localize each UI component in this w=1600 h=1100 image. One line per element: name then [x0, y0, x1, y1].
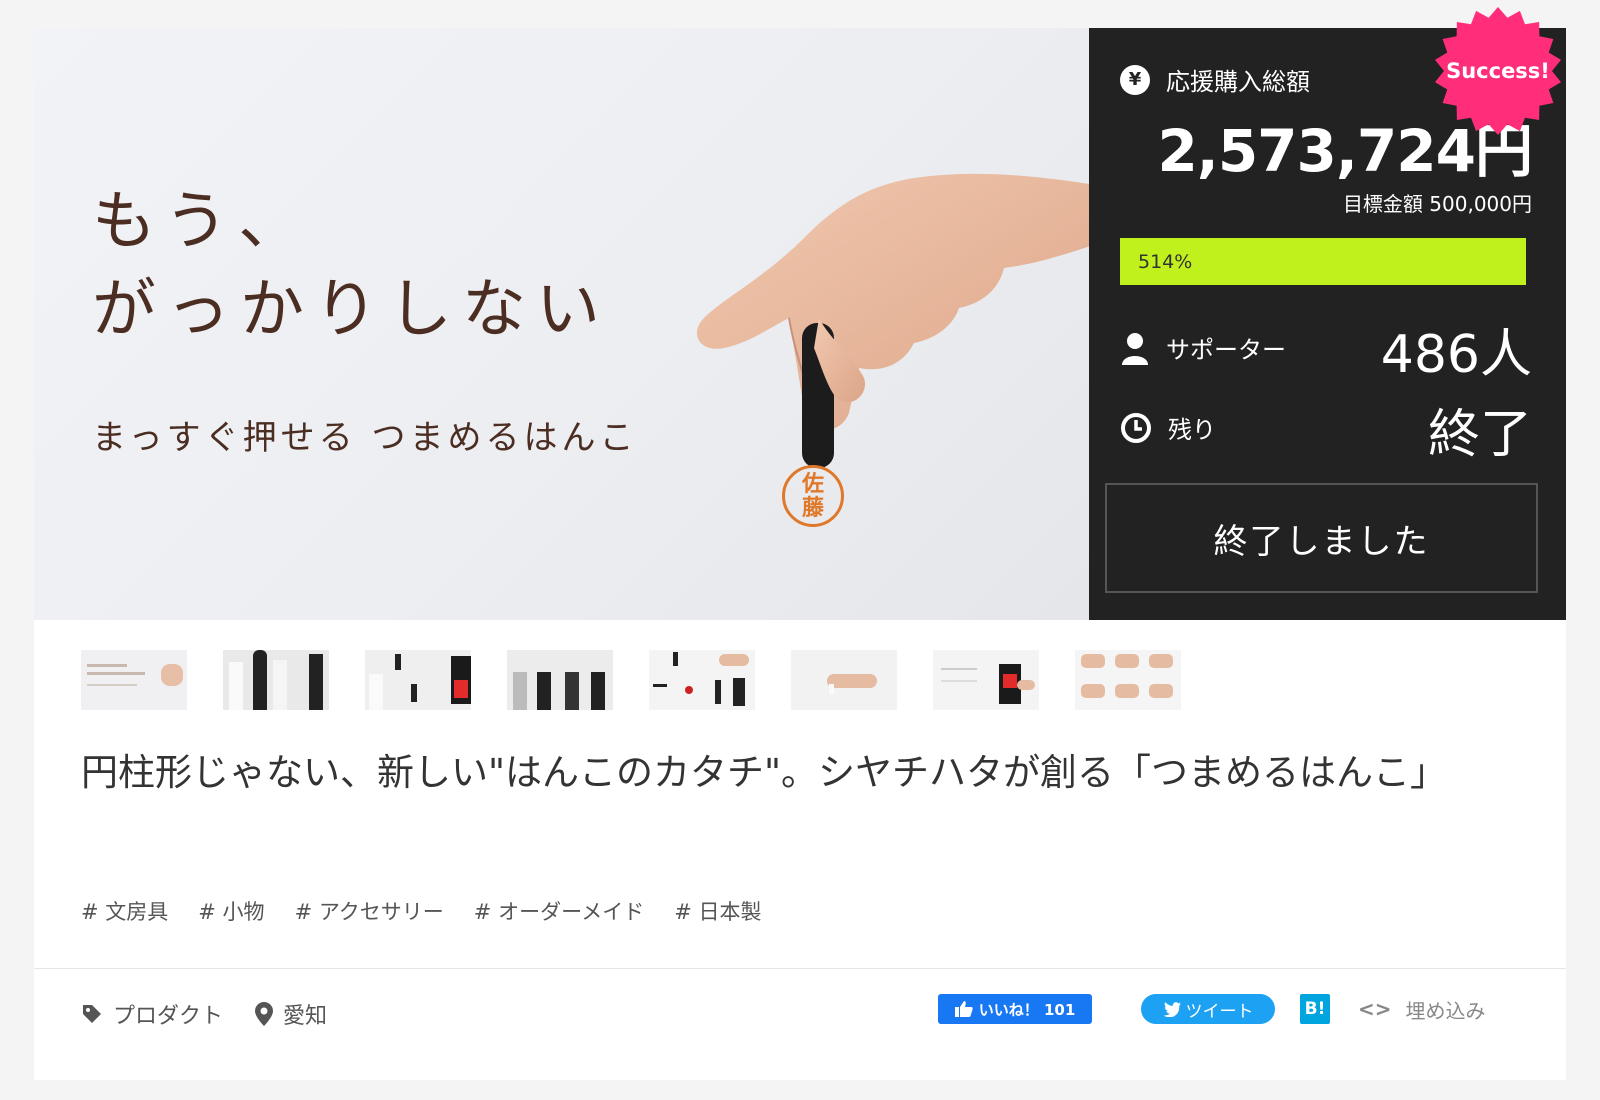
thumbnail[interactable]: [791, 650, 897, 710]
hero-subtitle: まっすぐ押せる つまめるはんこ: [92, 418, 638, 458]
facebook-like-button[interactable]: いいね！ 101: [938, 994, 1092, 1024]
thumbnail[interactable]: [223, 650, 329, 710]
thumbs-up-icon: [954, 1001, 973, 1017]
thumbnail[interactable]: [933, 650, 1039, 710]
thumbnail[interactable]: [1075, 650, 1181, 710]
embed-button[interactable]: <> 埋め込み: [1358, 994, 1486, 1024]
tag-link[interactable]: # 文房具: [81, 896, 168, 926]
thumbnail[interactable]: [365, 650, 471, 710]
tweet-button[interactable]: ツイート: [1141, 994, 1275, 1024]
ended-button[interactable]: 終了しました: [1105, 483, 1538, 593]
tag-link[interactable]: # 日本製: [674, 896, 761, 926]
total-row: ¥ 応援購入総額: [1120, 62, 1310, 97]
embed-label: 埋め込み: [1405, 998, 1486, 1023]
hatena-bookmark-button[interactable]: B!: [1300, 994, 1330, 1024]
stamp-char-1: 佐: [801, 471, 824, 497]
hand-holding-stamp-illustration: [696, 173, 1089, 468]
project-title: 円柱形じゃない、新しい"はんこのカタチ"。シヤチハタが創る「つまめるはんこ」: [81, 751, 1448, 794]
category-label: プロダクト: [113, 1004, 224, 1029]
thumbnail[interactable]: [649, 650, 755, 710]
tag-link[interactable]: # アクセサリー: [295, 896, 444, 926]
divider: [34, 968, 1566, 969]
progress-bar: 514%: [1120, 238, 1526, 285]
remaining-value: 終了: [1427, 405, 1532, 465]
project-meta: プロダクト 愛知: [81, 998, 359, 1030]
progress-percent: 514%: [1138, 250, 1193, 273]
twitter-bird-icon: [1163, 1001, 1181, 1017]
remaining-row: 残り: [1120, 410, 1216, 445]
stamp-char-2: 藤: [801, 495, 824, 521]
supporters-count: 486人: [1380, 325, 1532, 385]
supporters-row: サポーター: [1120, 330, 1286, 365]
goal-amount: 目標金額 500,000円: [1342, 192, 1532, 216]
category-link[interactable]: プロダクト: [81, 998, 223, 1030]
code-icon: <>: [1358, 997, 1392, 1021]
project-card: もう、 がっかりしない まっすぐ押せる つまめるはんこ 佐 藤 ¥ 応援購入総額…: [34, 28, 1566, 1080]
facebook-like-label: いいね！ 101: [978, 1000, 1076, 1019]
tag-icon: [83, 1005, 101, 1023]
tweet-label: ツイート: [1185, 1001, 1254, 1022]
hero-image[interactable]: もう、 がっかりしない まっすぐ押せる つまめるはんこ 佐 藤: [34, 28, 1089, 620]
remaining-label: 残り: [1168, 416, 1216, 444]
tag-link[interactable]: # 小物: [198, 896, 264, 926]
tag-list: # 文房具 # 小物 # アクセサリー # オーダーメイド # 日本製: [81, 896, 762, 926]
thumbnail[interactable]: [81, 650, 187, 710]
person-icon: [1122, 332, 1148, 365]
clock-icon: [1121, 412, 1151, 443]
thumbnail[interactable]: [507, 650, 613, 710]
thumbnail-strip: [81, 650, 1181, 710]
supporters-label: サポーター: [1166, 336, 1286, 364]
success-badge-label: Success!: [1446, 59, 1550, 83]
yen-icon: ¥: [1120, 64, 1150, 95]
map-pin-icon: [255, 1002, 274, 1026]
location-link[interactable]: 愛知: [255, 998, 327, 1030]
total-label: 応援購入総額: [1166, 68, 1310, 96]
stamp-impression: 佐 藤: [782, 465, 844, 527]
tag-link[interactable]: # オーダーメイド: [474, 896, 644, 926]
location-label: 愛知: [283, 1004, 328, 1029]
hero-title: もう、 がっかりしない: [92, 185, 610, 347]
